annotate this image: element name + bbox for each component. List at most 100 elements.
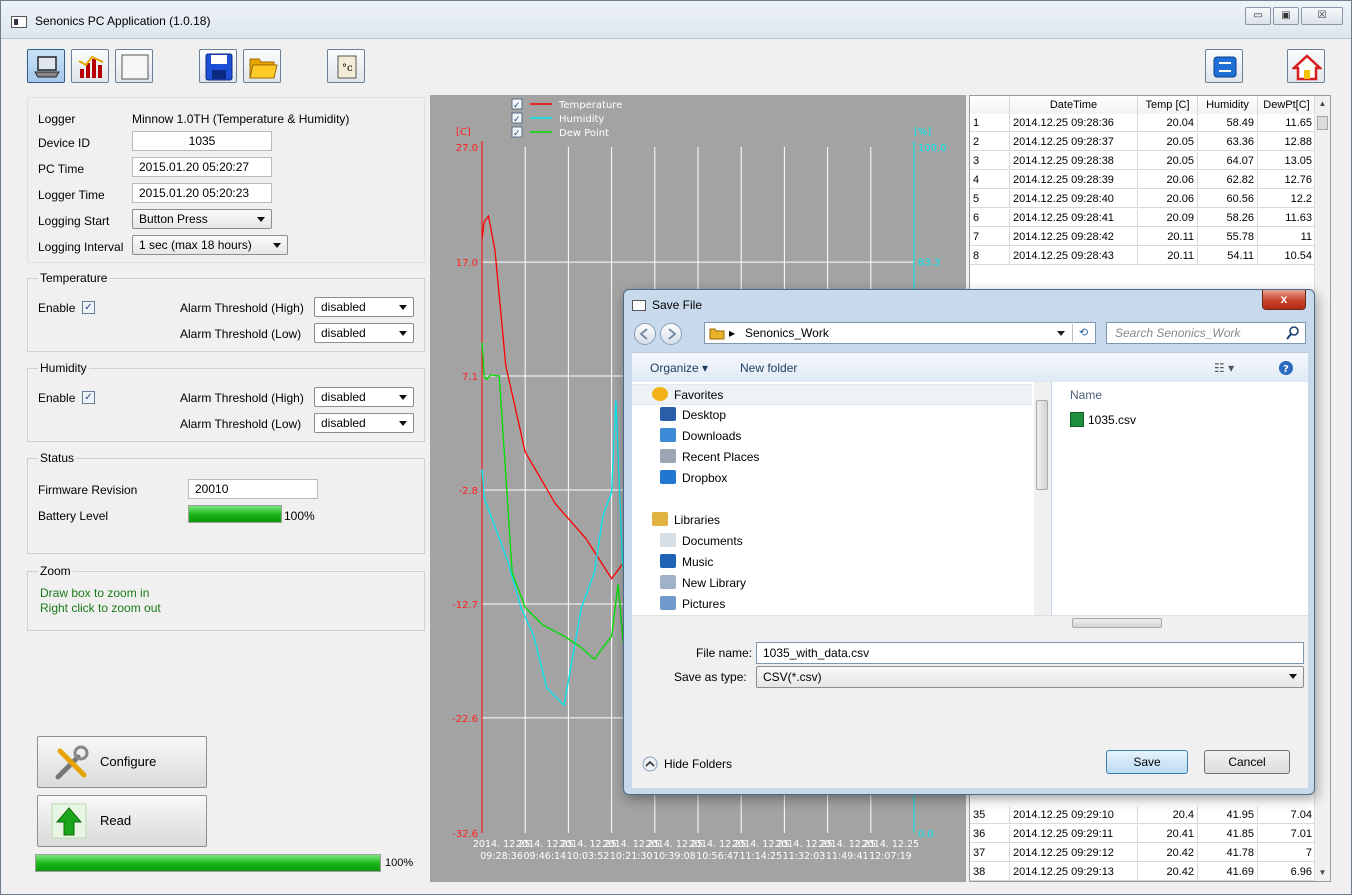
table-row[interactable]: 6 2014.12.25 09:28:41 20.09 58.26 11.63 [970, 209, 1316, 227]
new-folder-button[interactable]: New folder [740, 361, 797, 375]
home-icon [1292, 54, 1322, 81]
view-options-icon[interactable]: ☷ ▾ [1214, 361, 1234, 375]
table-row[interactable]: 2 2014.12.25 09:28:37 20.05 63.36 12.88 [970, 133, 1316, 151]
table-row[interactable]: 5 2014.12.25 09:28:40 20.06 60.56 12.2 [970, 190, 1316, 208]
navigation-pane[interactable]: Favorites Desktop Downloads Recent Places Dr… [632, 382, 1042, 630]
nav-item-documents[interactable]: Documents [632, 531, 1032, 552]
documents-icon [660, 533, 676, 547]
file-name-input[interactable]: 1035_with_data.csv [756, 642, 1304, 664]
table-cell: 20.06 [1138, 190, 1198, 208]
logging-interval-select[interactable]: 1 sec (max 18 hours) [132, 235, 288, 255]
forward-button[interactable] [660, 323, 682, 345]
logger-time-field[interactable]: 2015.01.20 05:20:23 [132, 183, 272, 203]
horizontal-scrollbar[interactable] [632, 615, 1308, 630]
search-icon[interactable] [1286, 326, 1300, 340]
logger-info-group: Logger Minnow 1.0TH (Temperature & Humid… [27, 97, 425, 263]
home-button[interactable] [1287, 49, 1325, 83]
table-row[interactable]: 7 2014.12.25 09:28:42 20.11 55.78 11 [970, 228, 1316, 246]
table-view-button[interactable] [115, 49, 153, 83]
device-id-field[interactable]: 1035 [132, 131, 272, 151]
column-header[interactable]: DewPt[C] [1258, 96, 1316, 114]
scroll-up-icon[interactable]: ▲ [1315, 96, 1330, 112]
temperature-low-select[interactable]: disabled [314, 323, 414, 343]
save-as-type-select[interactable]: CSV(*.csv) [756, 666, 1304, 688]
hide-folders-button[interactable]: Hide Folders [642, 756, 732, 772]
scroll-down-icon[interactable]: ▼ [1315, 865, 1330, 881]
humidity-enable-label: Enable [38, 391, 76, 405]
refresh-icon[interactable]: ⟲ [1072, 324, 1094, 342]
column-header[interactable]: Humidity [1198, 96, 1258, 114]
nav-item-desktop[interactable]: Desktop [632, 405, 1032, 426]
nav-item-label: New Library [682, 576, 747, 590]
address-bar[interactable]: ▸ Senonics_Work [704, 322, 1096, 344]
open-button[interactable] [243, 49, 281, 83]
nav-item-label: Downloads [682, 429, 742, 443]
nav-item-music[interactable]: Music [632, 552, 1032, 573]
table-row[interactable]: 37 2014.12.25 09:29:12 20.42 41.78 7 [970, 844, 1316, 862]
column-header[interactable]: Temp [C] [1138, 96, 1198, 114]
zoom-group: Zoom Draw box to zoom in Right click to … [27, 564, 425, 631]
save-button[interactable] [199, 49, 237, 83]
scroll-thumb[interactable] [1317, 116, 1328, 130]
nav-item-downloads[interactable]: Downloads [632, 426, 1032, 447]
sync-icon [1213, 56, 1237, 78]
table-row[interactable]: 35 2014.12.25 09:29:10 20.4 41.95 7.04 [970, 806, 1316, 824]
name-column-header[interactable]: Name [1070, 388, 1102, 402]
table-vertical-scrollbar[interactable]: ▲ ▼ [1314, 96, 1330, 881]
humidity-high-value: disabled [321, 390, 366, 404]
table-row[interactable]: 1 2014.12.25 09:28:36 20.04 58.49 11.65 [970, 114, 1316, 132]
logging-start-select[interactable]: Button Press [132, 209, 272, 229]
column-header[interactable] [970, 96, 1010, 114]
humidity-high-select[interactable]: disabled [314, 387, 414, 407]
humidity-low-select[interactable]: disabled [314, 413, 414, 433]
refresh-device-button[interactable] [1205, 49, 1243, 83]
csv-file-icon [1070, 412, 1084, 427]
minimize-button[interactable]: ▭ [1245, 7, 1271, 25]
nav-item-new-library[interactable]: New Library [632, 573, 1032, 594]
table-header-row[interactable]: DateTime Temp [C] Humidity DewPt[C] [970, 96, 1316, 114]
back-button[interactable] [634, 323, 656, 345]
humidity-enable-checkbox[interactable]: ✓ [82, 391, 95, 404]
temperature-high-select[interactable]: disabled [314, 297, 414, 317]
chart-view-button[interactable] [71, 49, 109, 83]
right-axis-tick-label: 100.0 [918, 143, 947, 154]
pc-time-field[interactable]: 2015.01.20 05:20:27 [132, 157, 272, 177]
maximize-button[interactable]: ▣ [1273, 7, 1299, 25]
organize-button[interactable]: Organize ▾ [650, 361, 708, 375]
table-cell: 10.54 [1258, 247, 1316, 265]
scroll-thumb[interactable] [1036, 400, 1048, 490]
nav-item-pictures[interactable]: Pictures [632, 594, 1032, 615]
table-cell: 37 [970, 844, 1010, 862]
x-axis-time-label: 09:28:36 [480, 851, 523, 862]
column-header[interactable]: DateTime [1010, 96, 1138, 114]
nav-item-dropbox[interactable]: Dropbox [632, 468, 1032, 489]
temperature-enable-checkbox[interactable]: ✓ [82, 301, 95, 314]
save-dialog-button[interactable]: Save [1106, 750, 1188, 774]
file-list-pane[interactable]: Name 1035.csv [1052, 382, 1308, 630]
dialog-close-button[interactable]: x [1262, 290, 1306, 310]
floppy-disk-icon [205, 53, 233, 81]
table-row[interactable]: 3 2014.12.25 09:28:38 20.05 64.07 13.05 [970, 152, 1316, 170]
chevron-down-icon[interactable] [1057, 331, 1065, 336]
nav-item-recent-places[interactable]: Recent Places [632, 447, 1032, 468]
unit-celsius-button[interactable]: °c [327, 49, 365, 83]
search-input[interactable]: Search Senonics_Work [1106, 322, 1306, 344]
zoom-hint-out: Right click to zoom out [40, 601, 161, 615]
nav-item-favorites[interactable]: Favorites [632, 384, 1032, 405]
close-button[interactable]: ☒ [1301, 7, 1343, 25]
table-row[interactable]: 8 2014.12.25 09:28:43 20.11 54.11 10.54 [970, 247, 1316, 265]
table-row[interactable]: 4 2014.12.25 09:28:39 20.06 62.82 12.76 [970, 171, 1316, 189]
cancel-button[interactable]: Cancel [1204, 750, 1290, 774]
navigation-scrollbar[interactable] [1034, 382, 1051, 630]
firmware-label: Firmware Revision [38, 483, 138, 497]
table-row[interactable]: 38 2014.12.25 09:29:13 20.42 41.69 6.96 [970, 863, 1316, 881]
nav-item-label: Documents [682, 534, 743, 548]
logger-view-button[interactable] [27, 49, 65, 83]
file-item[interactable]: 1035.csv [1070, 412, 1136, 427]
nav-item-libraries[interactable]: Libraries [632, 510, 1032, 531]
scroll-thumb[interactable] [1072, 618, 1162, 628]
table-row[interactable]: 36 2014.12.25 09:29:11 20.41 41.85 7.01 [970, 825, 1316, 843]
help-icon[interactable]: ? [1278, 360, 1294, 376]
configure-button[interactable]: Configure [37, 736, 207, 788]
read-button[interactable]: Read [37, 795, 207, 847]
